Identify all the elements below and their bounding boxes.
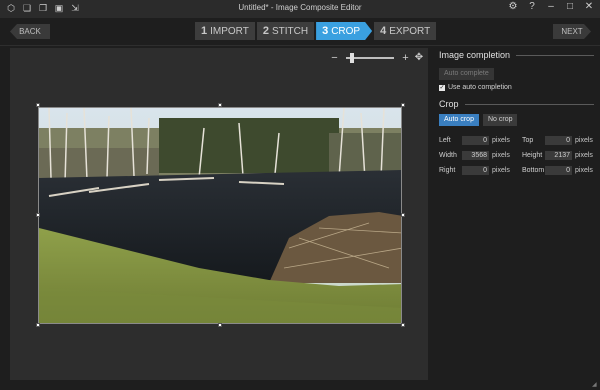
- field-label: Right: [439, 167, 456, 174]
- crop-handle-top[interactable]: [218, 103, 222, 107]
- step-label: IMPORT: [210, 26, 249, 37]
- zoom-out-icon[interactable]: −: [330, 52, 339, 63]
- crop-height-input[interactable]: 2137: [545, 151, 572, 160]
- step-export[interactable]: 4 EXPORT: [374, 22, 437, 40]
- step-label: EXPORT: [389, 26, 431, 37]
- step-number: 1: [201, 25, 208, 37]
- divider: [464, 103, 594, 105]
- field-unit: pixels: [492, 137, 510, 144]
- crop-handle-right[interactable]: [401, 213, 405, 217]
- title-bar: ⬡ ❏ ❐ ▣ ⇲ Untitled* - Image Composite Ed…: [0, 0, 600, 18]
- crop-left-input[interactable]: 0: [462, 136, 489, 145]
- crop-section-title: Crop: [439, 99, 594, 109]
- crop-top-field: Top 0 pixels: [522, 136, 593, 145]
- settings-icon[interactable]: ⚙: [508, 2, 518, 12]
- section-title-text: Image completion: [439, 50, 511, 60]
- crop-height-field: Height 2137 pixels: [522, 151, 593, 160]
- maximize-icon[interactable]: □: [565, 2, 575, 12]
- use-auto-completion-label: Use auto completion: [448, 84, 512, 91]
- back-button[interactable]: BACK: [10, 24, 50, 39]
- zoom-slider[interactable]: [346, 53, 394, 63]
- step-stitch[interactable]: 2 STITCH: [256, 22, 315, 40]
- auto-crop-button[interactable]: Auto crop: [439, 114, 479, 126]
- zoom-in-icon[interactable]: +: [401, 52, 410, 63]
- crop-handle-left[interactable]: [36, 213, 40, 217]
- window-controls: ⚙ ? – □ ✕: [508, 2, 594, 12]
- wizard-navbar: BACK 1 IMPORT 2 STITCH 3 CROP 4 EXPORT NEXT: [0, 18, 600, 46]
- help-icon[interactable]: ?: [527, 2, 537, 12]
- zoom-control: − + ✥: [330, 52, 424, 63]
- field-label: Left: [439, 137, 451, 144]
- step-number: 2: [262, 25, 269, 37]
- crop-handle-bottom-left[interactable]: [36, 323, 40, 327]
- minimize-icon[interactable]: –: [546, 2, 556, 12]
- field-unit: pixels: [575, 152, 593, 159]
- settings-panel: Image completion Auto complete ✓ Use aut…: [439, 50, 594, 175]
- field-label: Bottom: [522, 167, 545, 174]
- crop-handle-top-left[interactable]: [36, 103, 40, 107]
- field-label: Width: [439, 152, 457, 159]
- close-icon[interactable]: ✕: [584, 2, 594, 12]
- crop-top-input[interactable]: 0: [545, 136, 572, 145]
- step-number: 3: [322, 25, 329, 37]
- step-label: CROP: [331, 26, 361, 37]
- no-crop-button[interactable]: No crop: [482, 114, 518, 126]
- crop-width-input[interactable]: 3568: [462, 151, 489, 160]
- crop-width-field: Width 3568 pixels: [439, 151, 510, 160]
- crop-left-field: Left 0 pixels: [439, 136, 510, 145]
- field-label: Height: [522, 152, 543, 159]
- step-label: STITCH: [271, 26, 309, 37]
- crop-handle-top-right[interactable]: [401, 103, 405, 107]
- crop-bottom-input[interactable]: 0: [545, 166, 572, 175]
- field-label: Top: [522, 137, 534, 144]
- divider: [516, 54, 594, 56]
- zoom-slider-thumb[interactable]: [350, 53, 354, 63]
- crop-handle-bottom[interactable]: [218, 323, 222, 327]
- resize-grip-icon[interactable]: ◢: [592, 382, 598, 388]
- field-unit: pixels: [492, 152, 510, 159]
- step-import[interactable]: 1 IMPORT: [195, 22, 255, 40]
- use-auto-completion-checkbox[interactable]: ✓: [439, 84, 445, 91]
- next-button[interactable]: NEXT: [553, 24, 591, 39]
- crop-right-input[interactable]: 0: [462, 166, 489, 175]
- section-title-text: Crop: [439, 99, 459, 109]
- fit-to-window-icon[interactable]: ✥: [414, 53, 424, 63]
- auto-complete-button[interactable]: Auto complete: [439, 68, 494, 80]
- field-unit: pixels: [492, 167, 510, 174]
- crop-handle-bottom-right[interactable]: [401, 323, 405, 327]
- step-number: 4: [380, 25, 387, 37]
- wizard-steps: 1 IMPORT 2 STITCH 3 CROP 4 EXPORT: [195, 22, 438, 40]
- crop-right-field: Right 0 pixels: [439, 166, 510, 175]
- field-unit: pixels: [575, 137, 593, 144]
- crop-bottom-field: Bottom 0 pixels: [522, 166, 593, 175]
- field-unit: pixels: [575, 167, 593, 174]
- step-crop[interactable]: 3 CROP: [316, 22, 372, 40]
- panorama-preview-image: [38, 107, 402, 324]
- image-completion-section-title: Image completion: [439, 50, 594, 60]
- use-auto-completion-option[interactable]: ✓ Use auto completion: [439, 84, 594, 91]
